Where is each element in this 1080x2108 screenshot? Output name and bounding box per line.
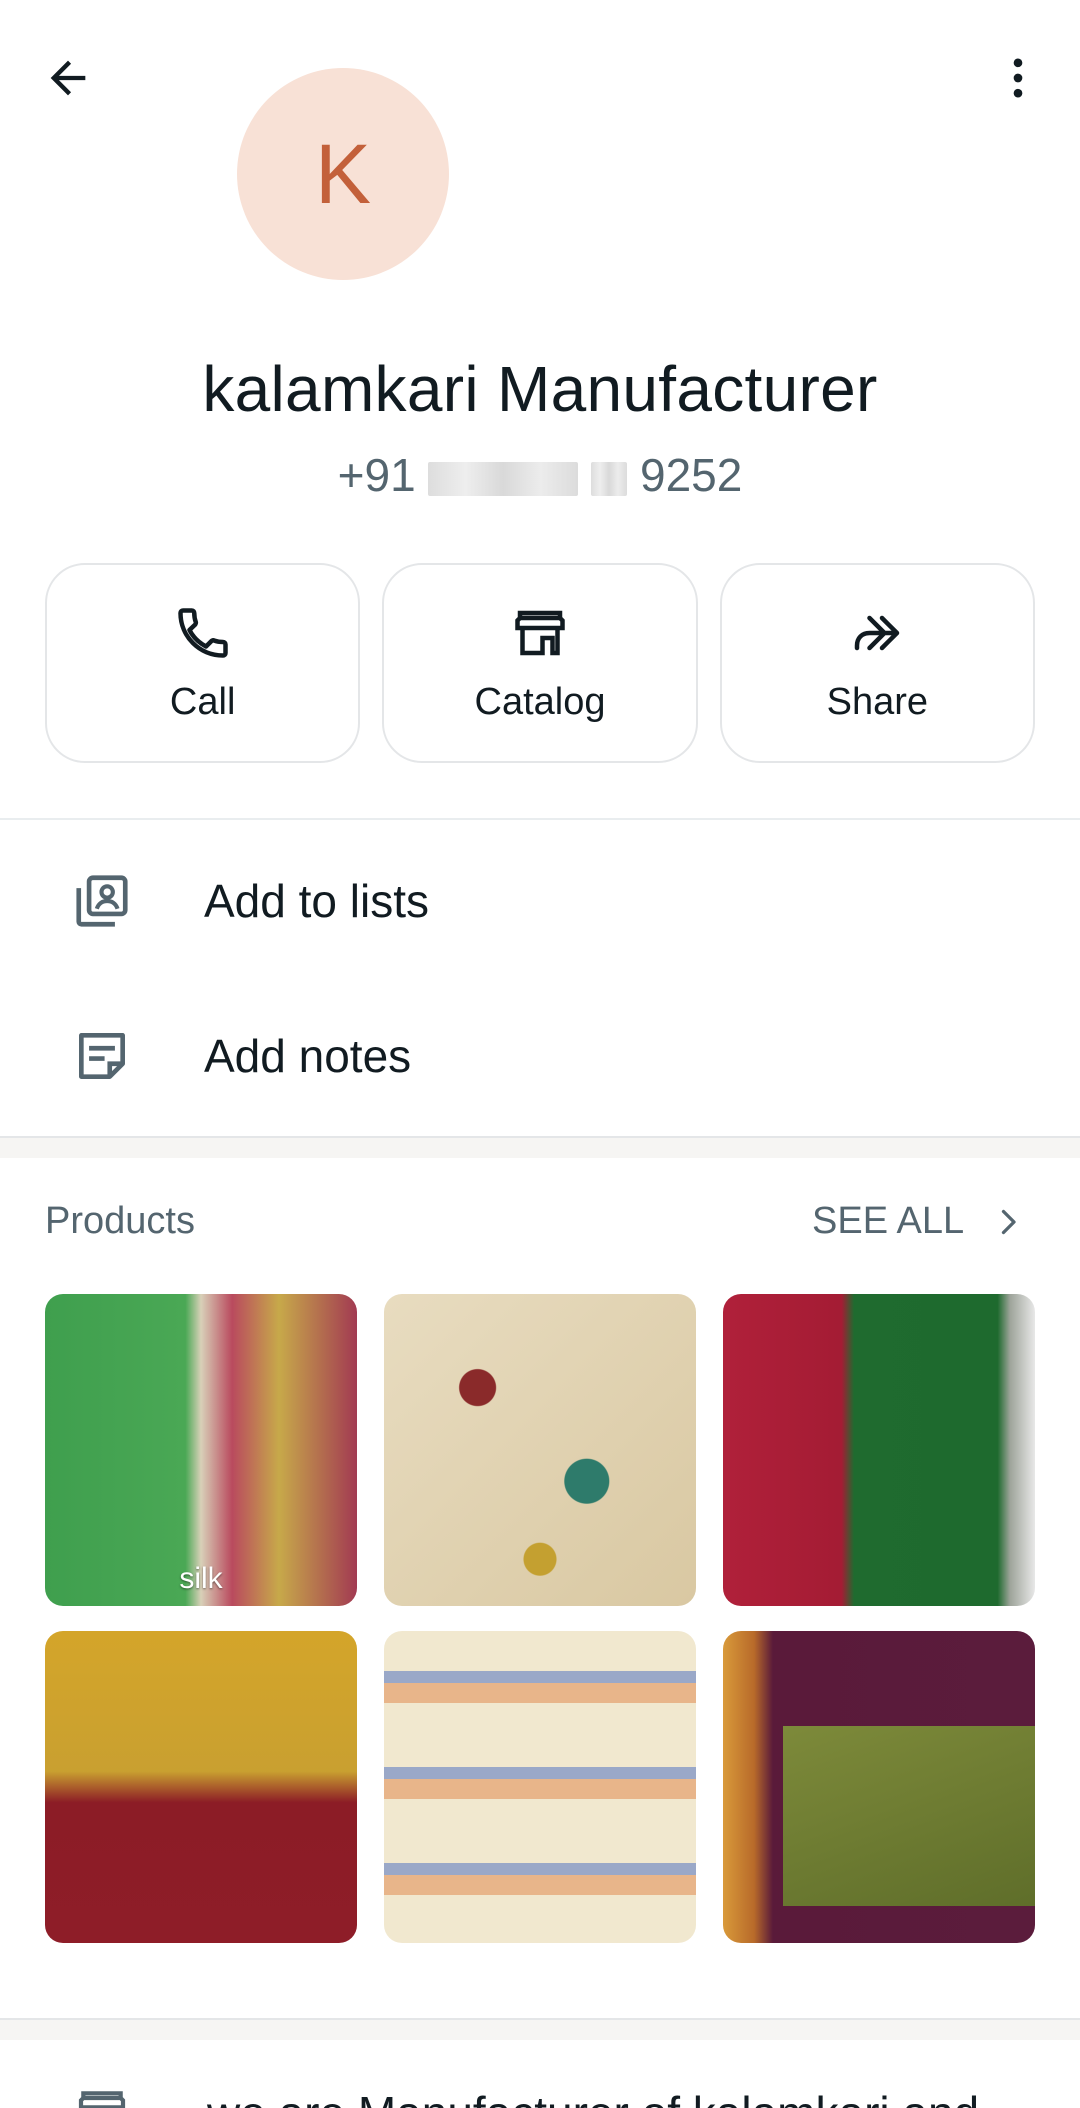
see-all-label: SEE ALL xyxy=(812,1200,965,1242)
more-options-button[interactable] xyxy=(984,44,1052,112)
product-thumbnail[interactable] xyxy=(723,1294,1035,1606)
catalog-label: Catalog xyxy=(474,680,606,723)
add-notes-row[interactable]: Add notes xyxy=(0,981,1080,1131)
contact-phone: +91 9252 xyxy=(0,448,1080,502)
store-icon xyxy=(78,2091,126,2108)
phone-redacted xyxy=(428,461,579,496)
add-to-lists-label: Add to lists xyxy=(204,875,429,927)
add-to-lists-row[interactable]: Add to lists xyxy=(0,826,1080,976)
contact-name: kalamkari Manufacturer xyxy=(202,353,878,425)
top-bar xyxy=(0,0,1080,160)
back-arrow-icon xyxy=(50,60,86,96)
call-label: Call xyxy=(169,680,236,723)
product-thumbnail[interactable] xyxy=(723,1631,1035,1943)
phone-icon xyxy=(177,607,228,658)
see-all-button[interactable]: SEE ALL xyxy=(812,1200,1026,1243)
store-icon xyxy=(515,610,565,655)
contact-list-icon xyxy=(70,869,134,933)
business-description-row: we are Manufacturer of kalamkari and xyxy=(0,2060,1080,2108)
product-thumbnail[interactable] xyxy=(384,1294,696,1606)
phone-suffix: 9252 xyxy=(640,449,743,501)
note-icon xyxy=(70,1024,134,1088)
call-button[interactable]: Call xyxy=(45,563,361,763)
back-button[interactable] xyxy=(34,44,102,112)
catalog-button[interactable]: Catalog xyxy=(382,563,698,763)
product-thumbnail[interactable] xyxy=(384,1631,696,1943)
phone-prefix: +91 xyxy=(337,449,416,501)
more-vert-icon xyxy=(1013,58,1023,98)
share-button[interactable]: Share xyxy=(719,563,1035,763)
product-thumbnail[interactable] xyxy=(45,1631,357,1943)
product-thumbnail[interactable]: silk xyxy=(45,1294,357,1606)
share-label: Share xyxy=(826,680,929,723)
business-description: we are Manufacturer of kalamkari and xyxy=(207,2086,979,2108)
add-notes-label: Add notes xyxy=(204,1030,412,1082)
forward-icon xyxy=(855,615,900,650)
chevron-right-icon xyxy=(1001,1209,1016,1234)
avatar[interactable]: K xyxy=(237,68,449,280)
product-caption: silk xyxy=(179,1562,223,1595)
divider xyxy=(0,818,1080,820)
section-separator xyxy=(0,1136,1080,1158)
phone-redacted xyxy=(591,461,628,496)
section-separator xyxy=(0,2018,1080,2040)
avatar-letter: K xyxy=(314,126,372,221)
products-grid: silk xyxy=(45,1294,1035,1943)
products-heading: Products xyxy=(45,1200,195,1242)
action-buttons: Call Catalog Share xyxy=(45,563,1035,763)
